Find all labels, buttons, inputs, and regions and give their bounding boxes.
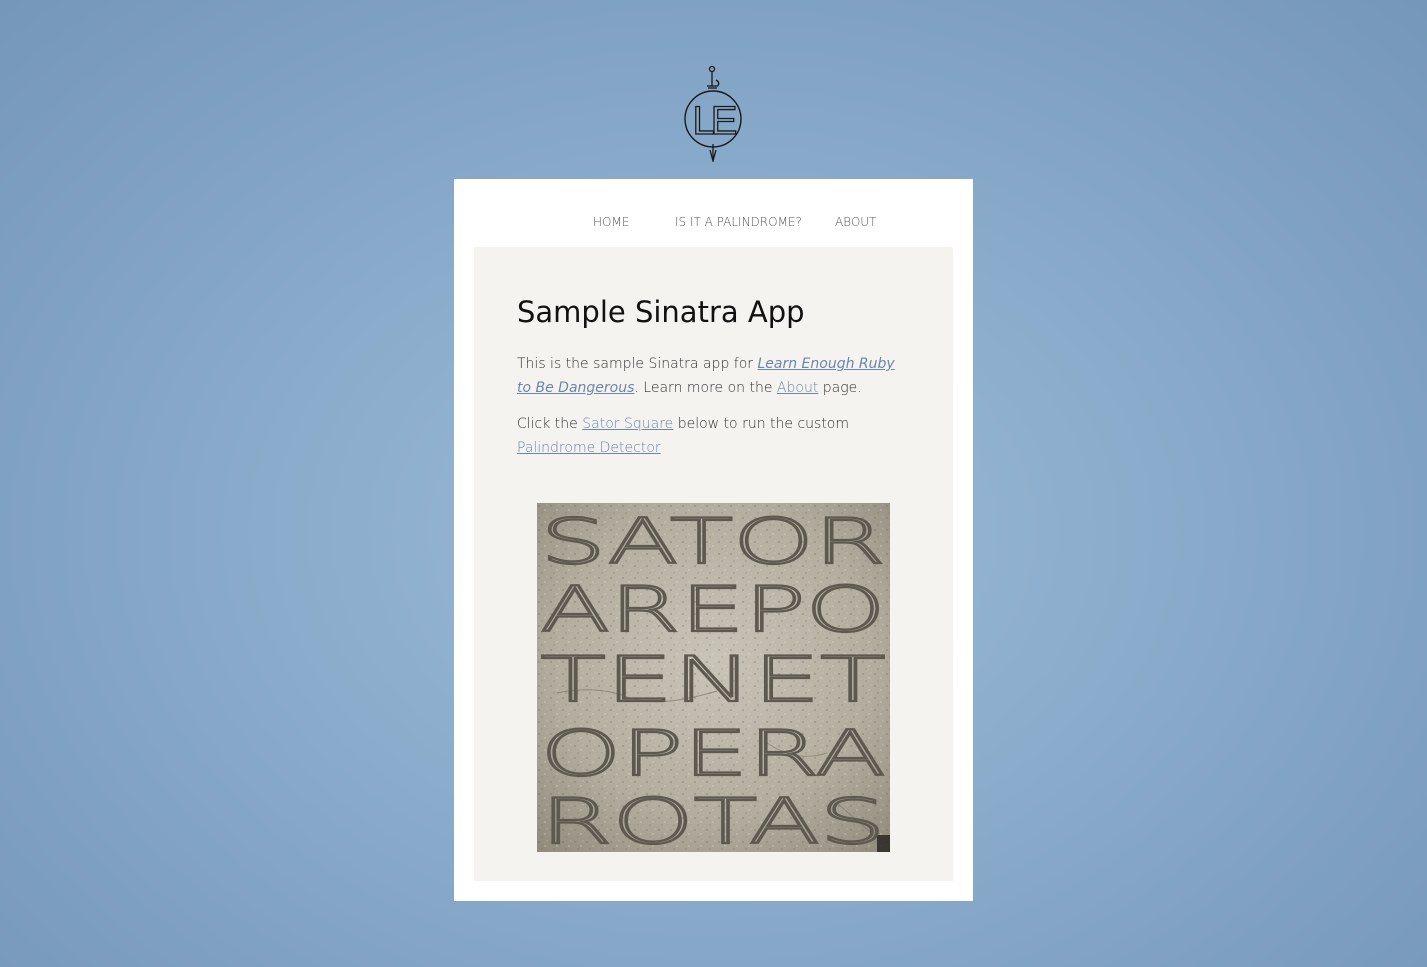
top-nav: HOME IS IT A PALINDROME? ABOUT: [454, 215, 973, 235]
sator-row-5: ROTAS: [541, 785, 886, 852]
page-title: Sample Sinatra App: [517, 295, 805, 329]
logo-text: LE: [693, 99, 736, 143]
instructions-paragraph: Click the Sator Square below to run the …: [517, 413, 897, 460]
palindrome-detector-link[interactable]: Palindrome Detector: [517, 440, 661, 456]
sator-square-link[interactable]: Sator Square: [582, 416, 673, 432]
intro-prefix: This is the sample Sinatra app for: [517, 356, 758, 372]
intro-suffix: page.: [818, 379, 862, 396]
intro-middle: . Learn more on the: [634, 379, 777, 396]
sator-square-image[interactable]: SATOR AREPO TENET OPERA ROTAS: [537, 503, 890, 852]
learn-enough-logo[interactable]: LE: [682, 64, 746, 162]
content-panel: Sample Sinatra App This is the sample Si…: [474, 247, 953, 881]
about-inline-link[interactable]: About: [777, 380, 818, 396]
instructions-middle: below to run the custom: [673, 416, 850, 432]
sator-row-2: AREPO: [541, 573, 886, 646]
main-card: HOME IS IT A PALINDROME? ABOUT Sample Si…: [454, 179, 973, 901]
nav-palindrome-link[interactable]: IS IT A PALINDROME?: [675, 215, 802, 229]
nav-about-link[interactable]: ABOUT: [835, 215, 876, 229]
intro-paragraph: This is the sample Sinatra app for Learn…: [517, 353, 897, 400]
nav-home-link[interactable]: HOME: [593, 215, 629, 229]
sator-letters: SATOR AREPO TENET OPERA ROTAS: [539, 504, 886, 852]
sator-row-3: TENET: [541, 643, 886, 716]
instructions-prefix: Click the: [517, 416, 583, 432]
sator-row-4: OPERA: [541, 717, 886, 790]
sator-row-1: SATOR: [541, 505, 886, 578]
